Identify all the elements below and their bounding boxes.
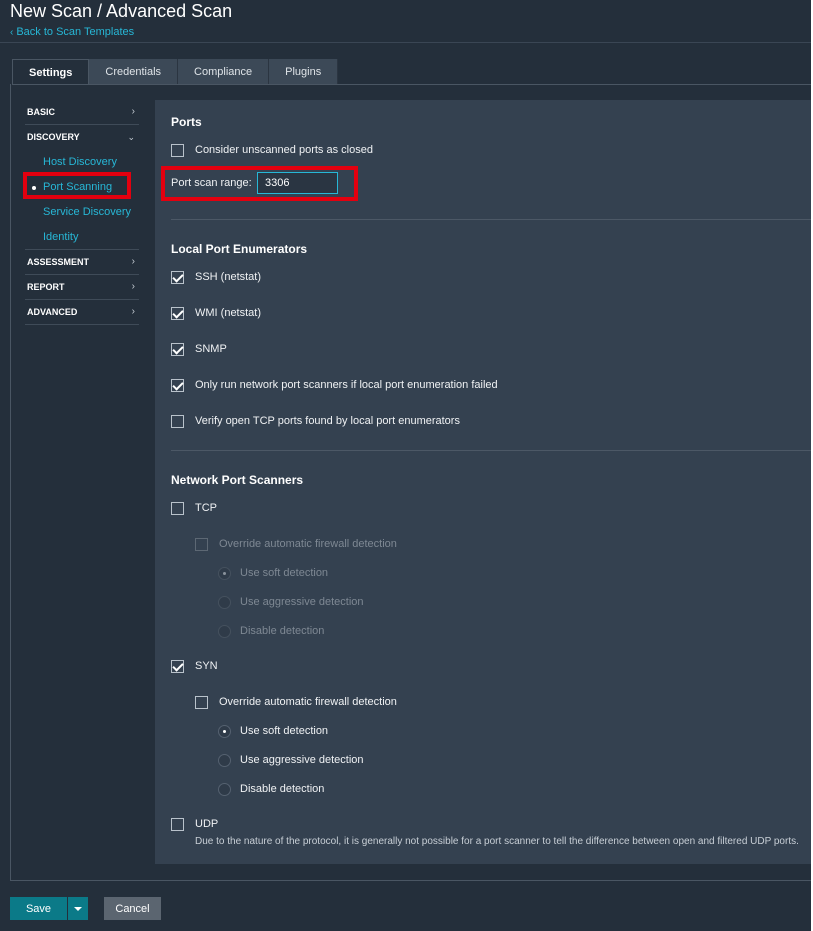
verify-tcp-checkbox[interactable] [171, 414, 184, 428]
tcp-soft-radio[interactable] [218, 566, 231, 580]
ssh-netstat-checkbox[interactable] [171, 270, 184, 284]
tcp-label: TCP [195, 502, 217, 514]
ports-section-title: Ports [171, 115, 202, 129]
chevron-down-icon: ⌄ [127, 132, 135, 142]
save-button[interactable]: Save [10, 897, 67, 920]
syn-soft-label: Use soft detection [240, 725, 329, 737]
wmi-netstat-label: WMI (netstat) [195, 307, 262, 319]
tcp-aggressive-label: Use aggressive detection [240, 596, 364, 608]
back-link-label: Back to Scan Templates [16, 26, 135, 38]
sidebar-item-service-discovery[interactable]: Service Discovery [25, 200, 139, 225]
only-if-failed-row: Only run network port scanners if local … [171, 378, 498, 392]
sidebar-item-advanced[interactable]: ADVANCED › [25, 300, 139, 325]
syn-disable-row: Disable detection [218, 782, 324, 796]
sidebar-item-basic[interactable]: BASIC › [25, 100, 139, 125]
back-to-templates-link[interactable]: ‹ Back to Scan Templates [10, 26, 134, 38]
only-if-failed-label: Only run network port scanners if local … [195, 379, 498, 391]
udp-note: Due to the nature of the protocol, it is… [195, 836, 799, 847]
tab-settings[interactable]: Settings [12, 59, 90, 85]
unscanned-closed-row: Consider unscanned ports as closed [171, 143, 373, 157]
tcp-soft-label: Use soft detection [240, 567, 329, 579]
sidebar-item-identity[interactable]: Identity [25, 225, 139, 250]
tab-compliance[interactable]: Compliance [178, 59, 270, 85]
tcp-override-row: Override automatic firewall detection [195, 537, 397, 551]
header-divider [0, 42, 811, 43]
caret-down-icon [74, 907, 82, 911]
app-window: New Scan / Advanced Scan ‹ Back to Scan T… [0, 0, 811, 931]
network-scanners-title: Network Port Scanners [171, 473, 304, 487]
tcp-checkbox[interactable] [171, 501, 184, 515]
syn-override-row: Override automatic firewall detection [195, 695, 397, 709]
chevron-right-icon: › [131, 256, 135, 267]
tcp-override-label: Override automatic firewall detection [219, 538, 397, 550]
local-enumerators-title: Local Port Enumerators [171, 242, 308, 256]
chevron-left-icon: ‹ [10, 27, 14, 38]
tcp-disable-radio[interactable] [218, 624, 231, 638]
wmi-netstat-checkbox[interactable] [171, 306, 184, 320]
syn-disable-label: Disable detection [240, 783, 325, 795]
syn-aggressive-radio[interactable] [218, 753, 231, 767]
sidebar-item-report[interactable]: REPORT › [25, 275, 139, 300]
tcp-aggressive-row: Use aggressive detection [218, 595, 364, 609]
syn-disable-radio[interactable] [218, 782, 231, 796]
tab-plugins[interactable]: Plugins [269, 59, 339, 85]
tcp-aggressive-radio[interactable] [218, 595, 231, 609]
section-divider [171, 450, 811, 451]
sidebar-item-discovery[interactable]: DISCOVERY ⌄ [25, 125, 139, 150]
tab-bar: Settings Credentials Compliance Plugins [12, 59, 339, 85]
chevron-right-icon: › [131, 106, 135, 117]
sidebar-item-label: DISCOVERY [27, 132, 80, 142]
wmi-netstat-row: WMI (netstat) [171, 306, 261, 320]
syn-override-label: Override automatic firewall detection [219, 696, 397, 708]
sidebar-item-label: ADVANCED [27, 307, 78, 317]
snmp-label: SNMP [195, 343, 227, 355]
sidebar-item-label: REPORT [27, 282, 65, 292]
tcp-disable-row: Disable detection [218, 624, 324, 638]
tcp-row: TCP [171, 501, 217, 515]
section-divider [171, 219, 811, 220]
udp-checkbox[interactable] [171, 817, 184, 831]
syn-soft-radio[interactable] [218, 724, 231, 738]
port-scanning-highlight [23, 172, 131, 199]
syn-label: SYN [195, 660, 218, 672]
port-scan-range-highlight [161, 166, 358, 201]
syn-checkbox[interactable] [171, 659, 184, 673]
page-title: New Scan / Advanced Scan [10, 1, 233, 21]
syn-row: SYN [171, 659, 218, 673]
save-dropdown-button[interactable] [68, 897, 88, 920]
verify-tcp-row: Verify open TCP ports found by local por… [171, 414, 460, 428]
unscanned-closed-label: Consider unscanned ports as closed [195, 144, 373, 156]
udp-row: UDP [171, 817, 218, 831]
syn-soft-row: Use soft detection [218, 724, 328, 738]
syn-aggressive-row: Use aggressive detection [218, 753, 364, 767]
chevron-right-icon: › [131, 306, 135, 317]
sidebar-item-label: BASIC [27, 107, 56, 117]
sidebar-item-assessment[interactable]: ASSESSMENT › [25, 250, 139, 275]
syn-aggressive-label: Use aggressive detection [240, 754, 364, 766]
port-scanning-content: Ports Consider unscanned ports as closed… [155, 100, 811, 864]
ssh-netstat-label: SSH (netstat) [195, 271, 262, 283]
tcp-override-checkbox[interactable] [195, 537, 208, 551]
syn-override-checkbox[interactable] [195, 695, 208, 709]
tcp-disable-label: Disable detection [240, 625, 325, 637]
udp-label: UDP [195, 818, 219, 830]
unscanned-closed-checkbox[interactable] [171, 143, 184, 157]
ssh-netstat-row: SSH (netstat) [171, 270, 261, 284]
chevron-right-icon: › [131, 281, 135, 292]
tcp-soft-row: Use soft detection [218, 566, 328, 580]
snmp-row: SNMP [171, 342, 227, 356]
settings-sidebar: BASIC › DISCOVERY ⌄ Host Discovery Port … [25, 100, 139, 325]
verify-tcp-label: Verify open TCP ports found by local por… [195, 415, 460, 427]
cancel-button[interactable]: Cancel [104, 897, 161, 920]
snmp-checkbox[interactable] [171, 342, 184, 356]
only-if-failed-checkbox[interactable] [171, 378, 184, 392]
sidebar-item-label: ASSESSMENT [27, 257, 90, 267]
tab-credentials[interactable]: Credentials [89, 59, 179, 85]
